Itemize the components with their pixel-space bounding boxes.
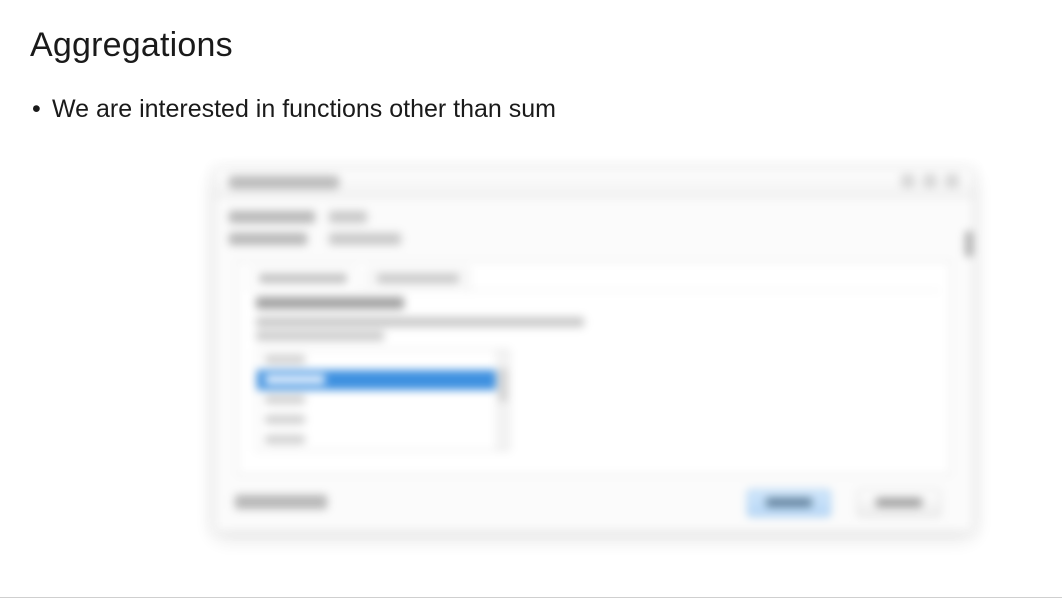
dialog-footer — [229, 487, 959, 519]
slide-title: Aggregations — [30, 26, 1032, 65]
custom-name-label — [229, 233, 307, 245]
bullet-list: We are interested in functions other tha… — [30, 93, 1032, 127]
list-item[interactable] — [257, 430, 509, 450]
summarize-section-desc-line2 — [256, 331, 384, 341]
minimize-icon[interactable] — [901, 174, 915, 188]
close-icon[interactable] — [945, 174, 959, 188]
list-item[interactable] — [257, 350, 509, 370]
value-field-settings-screenshot — [214, 168, 974, 532]
value-field-settings-dialog — [214, 168, 974, 532]
summarize-section-desc-line1 — [256, 317, 584, 327]
ok-button[interactable] — [747, 489, 831, 517]
cancel-button[interactable] — [857, 489, 941, 517]
summarize-section-heading — [256, 297, 404, 309]
bullet-item: We are interested in functions other tha… — [30, 93, 1032, 127]
tab-summarize-values-by[interactable] — [248, 268, 358, 290]
slide-aggregations: Aggregations We are interested in functi… — [0, 0, 1062, 598]
source-name-value — [329, 211, 367, 223]
number-format-button[interactable] — [235, 495, 327, 509]
custom-name-value[interactable] — [329, 233, 401, 245]
dialog-tabs-area — [237, 261, 951, 475]
list-item[interactable] — [257, 390, 509, 410]
maximize-icon[interactable] — [923, 174, 937, 188]
tab-show-values-as[interactable] — [366, 268, 470, 290]
list-item[interactable] — [257, 370, 509, 390]
aggregation-function-listbox[interactable] — [256, 349, 510, 451]
dialog-scrollbar-thumb[interactable] — [965, 231, 973, 257]
source-name-label — [229, 211, 315, 223]
tab-strip — [248, 268, 940, 290]
list-item[interactable] — [257, 410, 509, 430]
listbox-scrollbar[interactable] — [496, 350, 509, 450]
summarize-panel — [248, 290, 940, 464]
dialog-titlebar — [215, 169, 973, 198]
